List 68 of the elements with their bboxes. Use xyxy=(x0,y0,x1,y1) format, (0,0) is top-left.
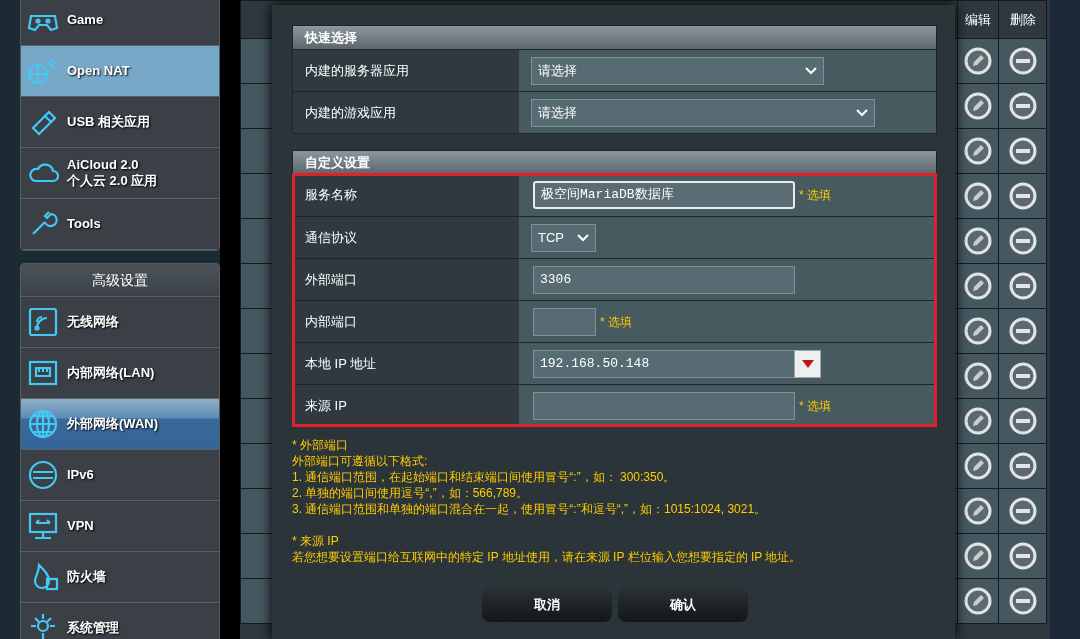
wifi-icon xyxy=(27,306,59,338)
delete-icon[interactable] xyxy=(1007,91,1038,121)
protocol-select[interactable]: TCP xyxy=(531,223,596,252)
edit-icon[interactable] xyxy=(963,181,993,211)
edit-icon[interactable] xyxy=(963,271,993,301)
delete-icon[interactable] xyxy=(1007,271,1038,301)
hint-text: * 选填 xyxy=(600,313,632,331)
field-label: 本地 IP 地址 xyxy=(293,343,519,384)
hint-text: * 选填 xyxy=(799,187,831,204)
column-header: 删除 xyxy=(998,0,1047,39)
chevron-down-icon xyxy=(805,66,817,75)
input-field[interactable] xyxy=(533,307,596,336)
delete-icon[interactable] xyxy=(1007,361,1038,391)
section-header: 高级设置 xyxy=(21,264,219,297)
edit-icon[interactable] xyxy=(963,496,993,526)
input-field[interactable]: 极空间MariaDB数据库 xyxy=(533,181,795,209)
delete-icon[interactable] xyxy=(1007,496,1038,526)
globe-icon xyxy=(27,408,59,440)
dialog-button[interactable]: 确认 xyxy=(617,587,748,622)
delete-icon[interactable] xyxy=(1007,136,1038,166)
edit-icon[interactable] xyxy=(963,361,993,391)
hint-text: * 选填 xyxy=(799,397,831,415)
delete-icon[interactable] xyxy=(1007,541,1038,571)
edit-icon[interactable] xyxy=(963,226,993,256)
input-field[interactable] xyxy=(533,391,795,420)
delete-icon[interactable] xyxy=(1007,46,1038,76)
edit-icon[interactable] xyxy=(963,91,993,121)
dropdown-button[interactable] xyxy=(794,349,821,378)
note-text: 2. 单独的端口间使用逗号“,”，如：566,789。 xyxy=(292,485,530,501)
field-label: 内部端口 xyxy=(293,301,519,342)
note-text: 3. 通信端口范围和单独的端口混合在一起，使用冒号“:”和逗号“,”，如：1015:1024, 3021。 xyxy=(292,501,768,517)
delete-icon[interactable] xyxy=(1007,586,1038,616)
edit-icon[interactable] xyxy=(963,136,993,166)
input-field[interactable]: 3306 xyxy=(533,265,795,294)
input-field[interactable]: 192.168.50.148 xyxy=(533,349,795,378)
note-text: 1. 通信端口范围，在起始端口和结束端口间使用冒号“:”，如： 300:350。 xyxy=(292,469,677,485)
chevron-down-icon xyxy=(577,233,589,242)
dropdown-select[interactable]: 请选择 xyxy=(531,98,875,127)
note-text: * 外部端口 xyxy=(292,437,349,453)
edit-icon[interactable] xyxy=(963,541,993,571)
note-text: 外部端口可遵循以下格式: xyxy=(292,453,429,469)
note-text: * 来源 IP xyxy=(292,533,340,549)
edit-icon[interactable] xyxy=(963,316,993,346)
section-header: 自定义设置 xyxy=(293,151,936,174)
dropdown-select[interactable]: 请选择 xyxy=(531,56,824,85)
dialog-button[interactable]: 取消 xyxy=(481,587,612,622)
field-label: 内建的服务器应用 xyxy=(293,50,519,91)
delete-icon[interactable] xyxy=(1007,451,1038,481)
sidebar-item[interactable]: 外部网络(WAN) xyxy=(21,399,219,450)
field-label: 来源 IP xyxy=(293,385,519,426)
triangle-down-icon xyxy=(801,359,814,368)
section-header: 快速选择 xyxy=(293,26,936,49)
edit-icon[interactable] xyxy=(963,451,993,481)
delete-icon[interactable] xyxy=(1007,316,1038,346)
delete-icon[interactable] xyxy=(1007,226,1038,256)
edit-icon[interactable] xyxy=(963,46,993,76)
column-header: 编辑 xyxy=(957,0,999,39)
delete-icon[interactable] xyxy=(1007,406,1038,436)
chevron-down-icon xyxy=(856,108,868,117)
edit-icon[interactable] xyxy=(963,586,993,616)
field-label: 通信协议 xyxy=(293,217,519,258)
edit-icon[interactable] xyxy=(963,406,993,436)
field-label: 外部端口 xyxy=(293,259,519,300)
note-text: 若您想要设置端口给互联网中的特定 IP 地址使用，请在来源 IP 栏位输入您想要指定的 IP 地址。 xyxy=(292,549,803,565)
field-label: 服务名称 xyxy=(293,174,519,216)
delete-icon[interactable] xyxy=(1007,181,1038,211)
monitor-icon xyxy=(27,510,59,542)
field-label: 内建的游戏应用 xyxy=(293,92,519,133)
